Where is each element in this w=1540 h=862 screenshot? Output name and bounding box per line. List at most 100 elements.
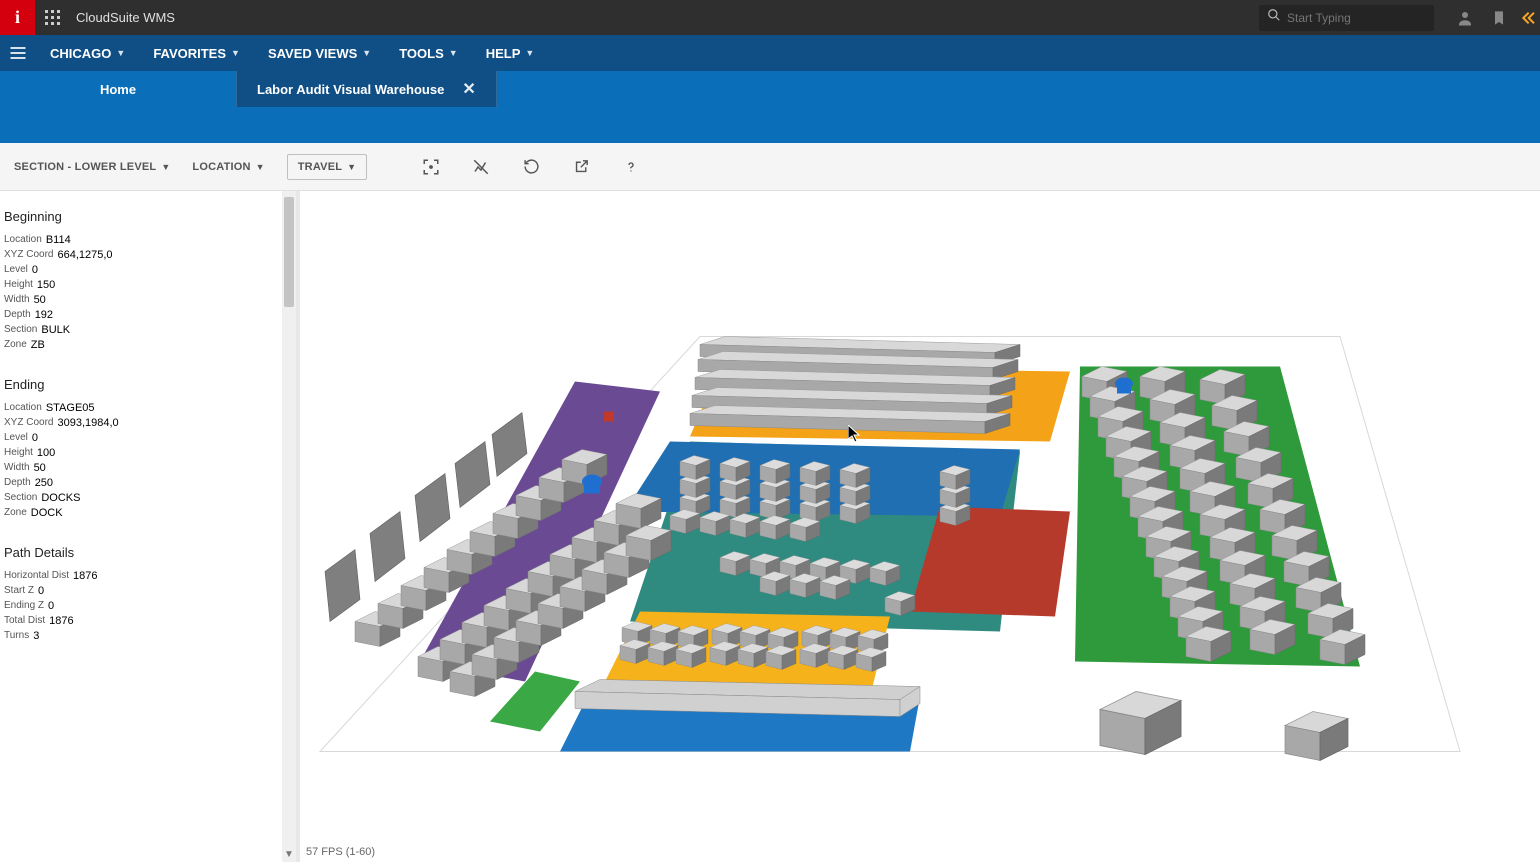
tab-label: Home — [100, 82, 136, 97]
prop-value: 664,1275,0 — [57, 249, 112, 261]
prop-row: Horizontal Dist 1876 — [4, 570, 290, 582]
scrollbar-thumb[interactable] — [284, 197, 294, 307]
user-icon[interactable] — [1448, 0, 1482, 35]
prop-label: Location — [4, 402, 42, 414]
warehouse-svg — [300, 191, 1540, 862]
filter-location[interactable]: LOCATION ▼ — [192, 161, 264, 173]
prop-row: Turns 3 — [4, 630, 290, 642]
close-icon[interactable]: ✕ — [462, 79, 475, 99]
filter-label: LOCATION — [192, 161, 250, 173]
open-external-icon[interactable] — [567, 153, 595, 181]
menu-label: HELP — [486, 46, 521, 61]
prop-value: 0 — [32, 264, 38, 276]
prop-value: 250 — [35, 477, 53, 489]
sub-header — [0, 107, 1540, 143]
prop-label: Zone — [4, 339, 27, 351]
prop-row: Zone DOCK — [4, 507, 290, 519]
prop-label: Horizontal Dist — [4, 570, 69, 582]
collapse-panel-icon[interactable] — [1516, 10, 1540, 26]
prop-row: Level 0 — [4, 264, 290, 276]
prop-value: ZB — [31, 339, 45, 351]
prop-row: Section DOCKS — [4, 492, 290, 504]
prop-label: Section — [4, 492, 37, 504]
app-launcher-icon[interactable] — [35, 10, 70, 26]
prop-value: 0 — [32, 432, 38, 444]
caret-down-icon: ▼ — [449, 48, 458, 58]
prop-value: 100 — [37, 447, 55, 459]
search-input[interactable] — [1287, 11, 1426, 25]
caret-down-icon: ▼ — [116, 48, 125, 58]
prop-value: B114 — [46, 234, 71, 246]
prop-value: 192 — [35, 309, 53, 321]
search-icon — [1267, 8, 1281, 27]
tab-bar: Home Labor Audit Visual Warehouse ✕ — [0, 71, 1540, 107]
focus-icon[interactable] — [417, 153, 445, 181]
caret-down-icon: ▼ — [256, 162, 265, 172]
prop-label: Start Z — [4, 585, 34, 597]
prop-label: Section — [4, 324, 37, 336]
prop-label: Height — [4, 447, 33, 459]
prop-label: Depth — [4, 477, 31, 489]
bookmark-icon[interactable] — [1482, 0, 1516, 35]
scrollbar[interactable]: ▼ — [282, 191, 296, 862]
prop-row: Height 150 — [4, 279, 290, 291]
warehouse-3d-canvas[interactable]: 57 FPS (1-60) — [300, 191, 1540, 862]
details-panel: Beginning LocationB114 XYZ Coord664,1275… — [0, 191, 296, 862]
prop-row: XYZ Coord3093,1984,0 — [4, 417, 290, 429]
caret-down-icon: ▼ — [231, 48, 240, 58]
prop-value: 50 — [34, 462, 46, 474]
menu-label: FAVORITES — [153, 46, 226, 61]
ending-title: Ending — [4, 377, 290, 392]
prop-row: Depth 192 — [4, 309, 290, 321]
prop-row: Ending Z0 — [4, 600, 290, 612]
prop-row: Total Dist 1876 — [4, 615, 290, 627]
prop-row: Width50 — [4, 294, 290, 306]
prop-label: Level — [4, 432, 28, 444]
prop-label: Width — [4, 462, 30, 474]
prop-row: Start Z0 — [4, 585, 290, 597]
prop-value: 1876 — [49, 615, 73, 627]
prop-label: Depth — [4, 309, 31, 321]
tab-label: Labor Audit Visual Warehouse — [257, 82, 444, 97]
prop-value: 50 — [34, 294, 46, 306]
prop-row: Depth 250 — [4, 477, 290, 489]
prop-label: Level — [4, 264, 28, 276]
prop-value: 1876 — [73, 570, 97, 582]
refresh-icon[interactable] — [517, 153, 545, 181]
menu-saved-views[interactable]: SAVED VIEWS▼ — [254, 35, 385, 71]
menu-chicago[interactable]: CHICAGO ▼ — [36, 35, 139, 71]
menu-bar: CHICAGO▼ FAVORITES▼ SAVED VIEWS▼ TOOLS▼ … — [0, 35, 1540, 71]
menu-favorites[interactable]: FAVORITES ▼ — [139, 35, 254, 71]
prop-label: Turns — [4, 630, 29, 642]
prop-value: BULK — [41, 324, 70, 336]
filter-travel[interactable]: TRAVEL▼ — [287, 154, 368, 180]
caret-down-icon: ▼ — [362, 48, 371, 58]
menu-label: TOOLS — [399, 46, 444, 61]
prop-label: Zone — [4, 507, 27, 519]
menu-tools[interactable]: TOOLS ▼ — [385, 35, 471, 71]
menu-label: CHICAGO — [50, 46, 111, 61]
prop-value: 3 — [33, 630, 39, 642]
app-title: CloudSuite WMS — [76, 10, 175, 25]
help-icon[interactable] — [617, 153, 645, 181]
hamburger-icon[interactable] — [0, 35, 36, 71]
prop-value: DOCKS — [41, 492, 80, 504]
filter-section[interactable]: SECTION - LOWER LEVEL▼ — [14, 161, 170, 173]
toolbar: SECTION - LOWER LEVEL▼ LOCATION ▼ TRAVEL▼ — [0, 143, 1540, 191]
prop-label: Ending Z — [4, 600, 44, 612]
menu-help[interactable]: HELP▼ — [472, 35, 549, 71]
tab-home[interactable]: Home — [0, 71, 236, 107]
prop-value: 150 — [37, 279, 55, 291]
tab-labor-audit[interactable]: Labor Audit Visual Warehouse ✕ — [236, 71, 497, 107]
prop-row: Section BULK — [4, 324, 290, 336]
prop-label: Height — [4, 279, 33, 291]
path-off-icon[interactable] — [467, 153, 495, 181]
scroll-down-icon[interactable]: ▼ — [282, 846, 296, 862]
prop-label: Total Dist — [4, 615, 45, 627]
prop-value: DOCK — [31, 507, 63, 519]
prop-row: LocationB114 — [4, 234, 290, 246]
prop-value: 3093,1984,0 — [57, 417, 118, 429]
global-search[interactable] — [1259, 5, 1434, 31]
prop-label: XYZ Coord — [4, 249, 53, 261]
brand-logo[interactable]: i — [0, 0, 35, 35]
